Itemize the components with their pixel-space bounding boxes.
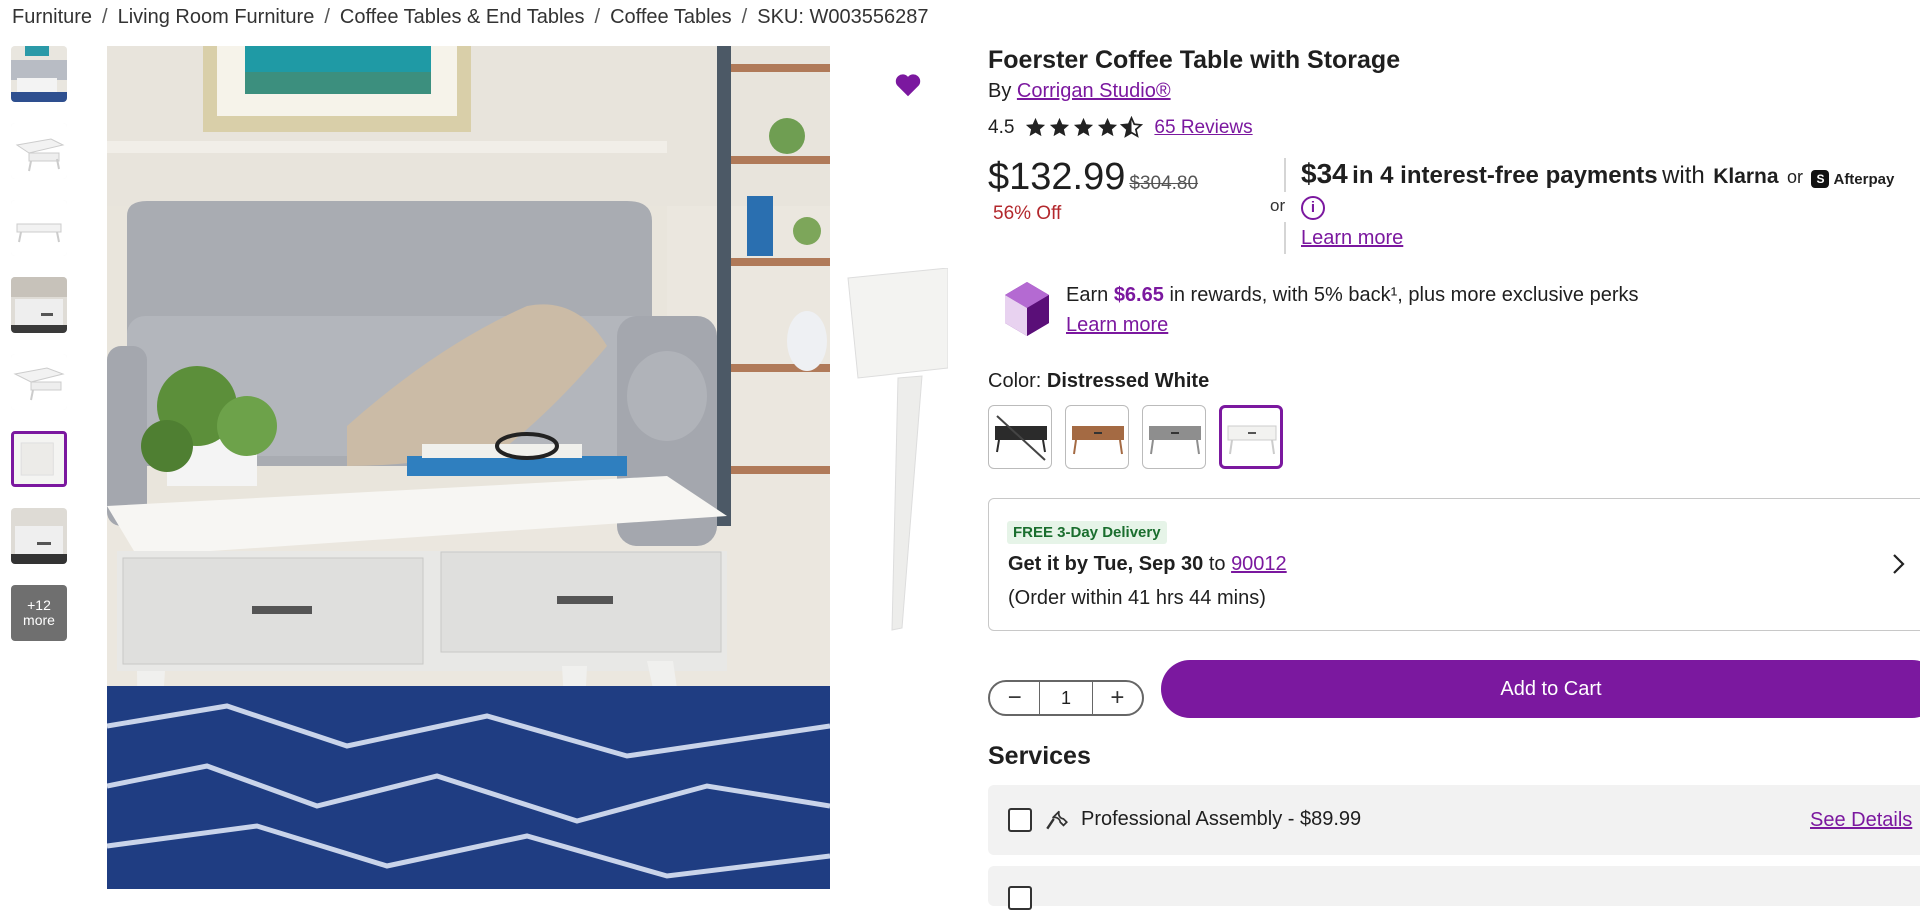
breadcrumb-item-furniture[interactable]: Furniture	[12, 6, 92, 29]
next-image-peek[interactable]	[838, 268, 948, 638]
rewards-learn-more-link[interactable]: Learn more	[1066, 314, 1168, 336]
thumbnail-4[interactable]	[11, 277, 67, 333]
rewards-amount: $6.65	[1113, 284, 1164, 306]
thumbnail-2[interactable]	[11, 123, 67, 179]
or-label-2: or	[1787, 167, 1804, 187]
breadcrumb-item-living-room[interactable]: Living Room Furniture	[118, 6, 315, 29]
service-row-2	[988, 866, 1920, 910]
breadcrumb-separator: /	[594, 5, 601, 28]
color-swatch-black[interactable]	[988, 405, 1052, 469]
minus-icon[interactable]: −	[990, 682, 1039, 714]
star-icon	[1050, 117, 1070, 137]
installment-offer: $34 in 4 interest-free payments with Kla…	[1301, 158, 1894, 190]
order-within: (Order within 41 hrs 44 mins)	[1008, 587, 1266, 609]
info-icon[interactable]: i	[1301, 196, 1325, 220]
half-star-icon	[1120, 116, 1144, 138]
breadcrumb: Furniture / Living Room Furniture / Coff…	[12, 4, 928, 30]
color-swatch-brown[interactable]	[1065, 405, 1129, 469]
delivery-card[interactable]: FREE 3-Day Delivery Get it by Tue, Sep 3…	[988, 498, 1920, 631]
to-label: to	[1208, 553, 1226, 575]
rating-row: 4.5 65 Reviews	[988, 116, 1253, 139]
service-row-assembly: Professional Assembly - $89.99 See Detai…	[988, 785, 1920, 855]
thumbnail-5[interactable]	[11, 354, 67, 410]
divider-line	[1284, 158, 1286, 192]
services-title: Services	[988, 742, 1091, 770]
divider-line	[1284, 222, 1286, 254]
breadcrumb-separator: /	[102, 5, 108, 28]
installment-amount: $34	[1301, 158, 1348, 189]
thumbnail-more[interactable]: +12 more	[11, 585, 67, 641]
heart-icon[interactable]	[893, 70, 923, 100]
delivery-date-line: Get it by Tue, Sep 30 to 90012	[1008, 553, 1287, 576]
rewards-gem-icon	[1005, 282, 1049, 336]
rewards-text: in rewards, with 5% back¹, plus more exc…	[1169, 284, 1639, 306]
rating-value: 4.5	[988, 116, 1015, 138]
delivery-date: Tue, Sep 30	[1093, 553, 1204, 575]
star-icon	[1098, 117, 1118, 137]
afterpay-icon: S	[1811, 170, 1830, 188]
color-swatches	[988, 405, 1296, 469]
quantity-input[interactable]: 1	[1039, 682, 1093, 714]
star-icon	[1074, 117, 1094, 137]
sale-price: $132.99	[988, 156, 1126, 198]
breadcrumb-separator: /	[741, 5, 748, 28]
plus-icon[interactable]: +	[1093, 682, 1142, 714]
star-rating	[1024, 116, 1144, 139]
payment-divider: or	[1270, 158, 1290, 254]
free-delivery-badge: FREE 3-Day Delivery	[1007, 521, 1167, 544]
selected-color: Distressed White	[1046, 370, 1210, 392]
installment-text: in 4 interest-free payments	[1352, 162, 1658, 189]
thumbnail-1[interactable]	[11, 46, 67, 102]
more-label: more	[23, 612, 55, 628]
afterpay-logo: S Afterpay	[1811, 170, 1894, 188]
rewards-earn: Earn	[1066, 284, 1109, 306]
klarna-logo: Klarna	[1713, 165, 1779, 188]
breadcrumb-item-coffee-tables[interactable]: Coffee Tables	[610, 6, 732, 29]
installment-learn-more-link[interactable]: Learn more	[1301, 227, 1403, 250]
service-label: Professional Assembly - $89.99	[1081, 808, 1362, 830]
thumbnail-3[interactable]	[11, 200, 67, 256]
discount-label: 56% Off	[993, 203, 1062, 224]
checkbox-icon[interactable]	[1008, 886, 1032, 910]
brand-link[interactable]: Corrigan Studio®	[1017, 80, 1171, 102]
add-to-cart-button[interactable]: Add to Cart	[1161, 660, 1920, 718]
by-prefix: By	[988, 80, 1012, 102]
color-swatch-distressed-white[interactable]	[1219, 405, 1283, 469]
checkbox-icon[interactable]	[1008, 808, 1032, 832]
more-count: +12	[27, 597, 51, 613]
rewards-banner: Earn $6.65 in rewards, with 5% back¹, pl…	[1002, 280, 1639, 340]
zip-code-link[interactable]: 90012	[1231, 553, 1287, 575]
with-label: with	[1662, 162, 1705, 189]
breadcrumb-sku: SKU: W003556287	[757, 5, 929, 28]
price-block: $132.99 $304.80 56% Off	[988, 156, 1278, 225]
getit-prefix: Get it by	[1008, 553, 1089, 575]
breadcrumb-item-coffee-end-tables[interactable]: Coffee Tables & End Tables	[340, 6, 585, 29]
color-label: Color: Distressed White	[988, 370, 1209, 393]
main-product-image[interactable]	[107, 46, 830, 889]
byline: By Corrigan Studio®	[988, 80, 1171, 103]
quantity-stepper: − 1 +	[988, 680, 1144, 716]
wrench-icon	[1046, 810, 1068, 830]
see-details-link[interactable]: See Details	[1810, 809, 1912, 832]
or-label: or	[1270, 196, 1286, 216]
thumbnail-6[interactable]	[11, 431, 67, 487]
color-label-prefix: Color:	[988, 370, 1042, 392]
afterpay-label: Afterpay	[1833, 170, 1895, 188]
reviews-link[interactable]: 65 Reviews	[1154, 117, 1252, 139]
color-swatch-gray[interactable]	[1142, 405, 1206, 469]
original-price: $304.80	[1129, 173, 1199, 194]
product-title: Foerster Coffee Table with Storage	[988, 46, 1401, 74]
star-icon	[1026, 117, 1046, 137]
breadcrumb-separator: /	[324, 5, 330, 28]
thumbnail-7[interactable]	[11, 508, 67, 564]
thumbnail-list: +12 more	[11, 46, 69, 662]
chevron-right-icon[interactable]	[1889, 549, 1909, 579]
